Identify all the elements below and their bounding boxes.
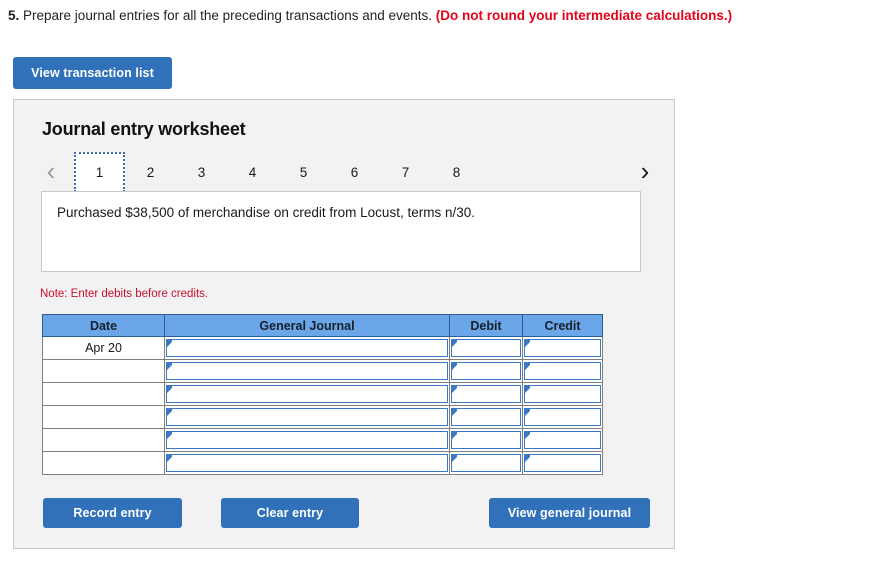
column-header-debit: Debit — [449, 314, 523, 337]
dropdown-marker-icon — [167, 409, 172, 416]
general-journal-input[interactable] — [164, 359, 450, 383]
debit-input[interactable] — [449, 382, 523, 406]
table-row — [42, 428, 603, 452]
column-header-credit: Credit — [522, 314, 603, 337]
table-row — [42, 405, 603, 429]
debit-input[interactable] — [449, 336, 523, 360]
tab-4[interactable]: 4 — [227, 152, 278, 190]
dropdown-marker-icon — [167, 455, 172, 462]
dropdown-marker-icon — [525, 455, 530, 462]
credit-input[interactable] — [522, 428, 603, 452]
dropdown-marker-icon — [452, 455, 457, 462]
dropdown-marker-icon — [167, 386, 172, 393]
dropdown-marker-icon — [167, 432, 172, 439]
column-header-general-journal: General Journal — [164, 314, 450, 337]
date-cell[interactable] — [42, 405, 165, 429]
debits-before-credits-note: Note: Enter debits before credits. — [40, 288, 209, 300]
tab-list: 1 2 3 4 5 6 7 8 — [74, 152, 482, 192]
journal-entry-panel: Journal entry worksheet ‹ 1 2 3 4 5 6 7 … — [13, 99, 675, 549]
tab-3[interactable]: 3 — [176, 152, 227, 190]
next-page-icon[interactable]: › — [634, 155, 656, 187]
date-cell[interactable] — [42, 428, 165, 452]
table-row — [42, 382, 603, 406]
tab-7[interactable]: 7 — [380, 152, 431, 190]
credit-input[interactable] — [522, 382, 603, 406]
date-cell: Apr 20 — [42, 336, 165, 360]
dropdown-marker-icon — [452, 340, 457, 347]
debit-input[interactable] — [449, 428, 523, 452]
question-text: Prepare journal entries for all the prec… — [23, 8, 433, 23]
record-entry-button[interactable]: Record entry — [43, 498, 182, 528]
tab-5[interactable]: 5 — [278, 152, 329, 190]
general-journal-input[interactable] — [164, 451, 450, 475]
dropdown-marker-icon — [525, 409, 530, 416]
debit-input[interactable] — [449, 359, 523, 383]
tab-8[interactable]: 8 — [431, 152, 482, 190]
dropdown-marker-icon — [525, 363, 530, 370]
dropdown-marker-icon — [452, 432, 457, 439]
date-cell[interactable] — [42, 451, 165, 475]
general-journal-input[interactable] — [164, 382, 450, 406]
credit-input[interactable] — [522, 359, 603, 383]
question-warning: (Do not round your intermediate calculat… — [435, 8, 733, 23]
general-journal-input[interactable] — [164, 336, 450, 360]
prev-page-icon[interactable]: ‹ — [40, 155, 62, 187]
general-journal-input[interactable] — [164, 428, 450, 452]
debit-input[interactable] — [449, 451, 523, 475]
column-header-date: Date — [42, 314, 165, 337]
credit-input[interactable] — [522, 451, 603, 475]
debit-input[interactable] — [449, 405, 523, 429]
general-journal-input[interactable] — [164, 405, 450, 429]
view-transaction-list-button[interactable]: View transaction list — [13, 57, 172, 89]
question-header: 5. Prepare journal entries for all the p… — [8, 7, 732, 25]
dropdown-marker-icon — [525, 386, 530, 393]
credit-input[interactable] — [522, 336, 603, 360]
tab-2[interactable]: 2 — [125, 152, 176, 190]
tab-6[interactable]: 6 — [329, 152, 380, 190]
panel-title: Journal entry worksheet — [42, 119, 246, 139]
dropdown-marker-icon — [452, 409, 457, 416]
date-cell[interactable] — [42, 382, 165, 406]
question-number: 5. — [8, 8, 20, 23]
dropdown-marker-icon — [525, 340, 530, 347]
dropdown-marker-icon — [167, 340, 172, 347]
table-row: Apr 20 — [42, 336, 603, 360]
dropdown-marker-icon — [452, 386, 457, 393]
credit-input[interactable] — [522, 405, 603, 429]
worksheet-tabstrip: ‹ 1 2 3 4 5 6 7 8 › — [40, 152, 656, 192]
table-header-row: Date General Journal Debit Credit — [42, 314, 603, 337]
clear-entry-button[interactable]: Clear entry — [221, 498, 359, 528]
table-row — [42, 359, 603, 383]
table-row — [42, 451, 603, 475]
transaction-description-box: Purchased $38,500 of merchandise on cred… — [41, 191, 641, 272]
transaction-description-text: Purchased $38,500 of merchandise on cred… — [57, 205, 475, 220]
journal-entry-table: Date General Journal Debit Credit Apr 20 — [42, 314, 603, 475]
view-general-journal-button[interactable]: View general journal — [489, 498, 650, 528]
dropdown-marker-icon — [525, 432, 530, 439]
tab-1[interactable]: 1 — [74, 152, 125, 192]
dropdown-marker-icon — [452, 363, 457, 370]
dropdown-marker-icon — [167, 363, 172, 370]
date-cell[interactable] — [42, 359, 165, 383]
